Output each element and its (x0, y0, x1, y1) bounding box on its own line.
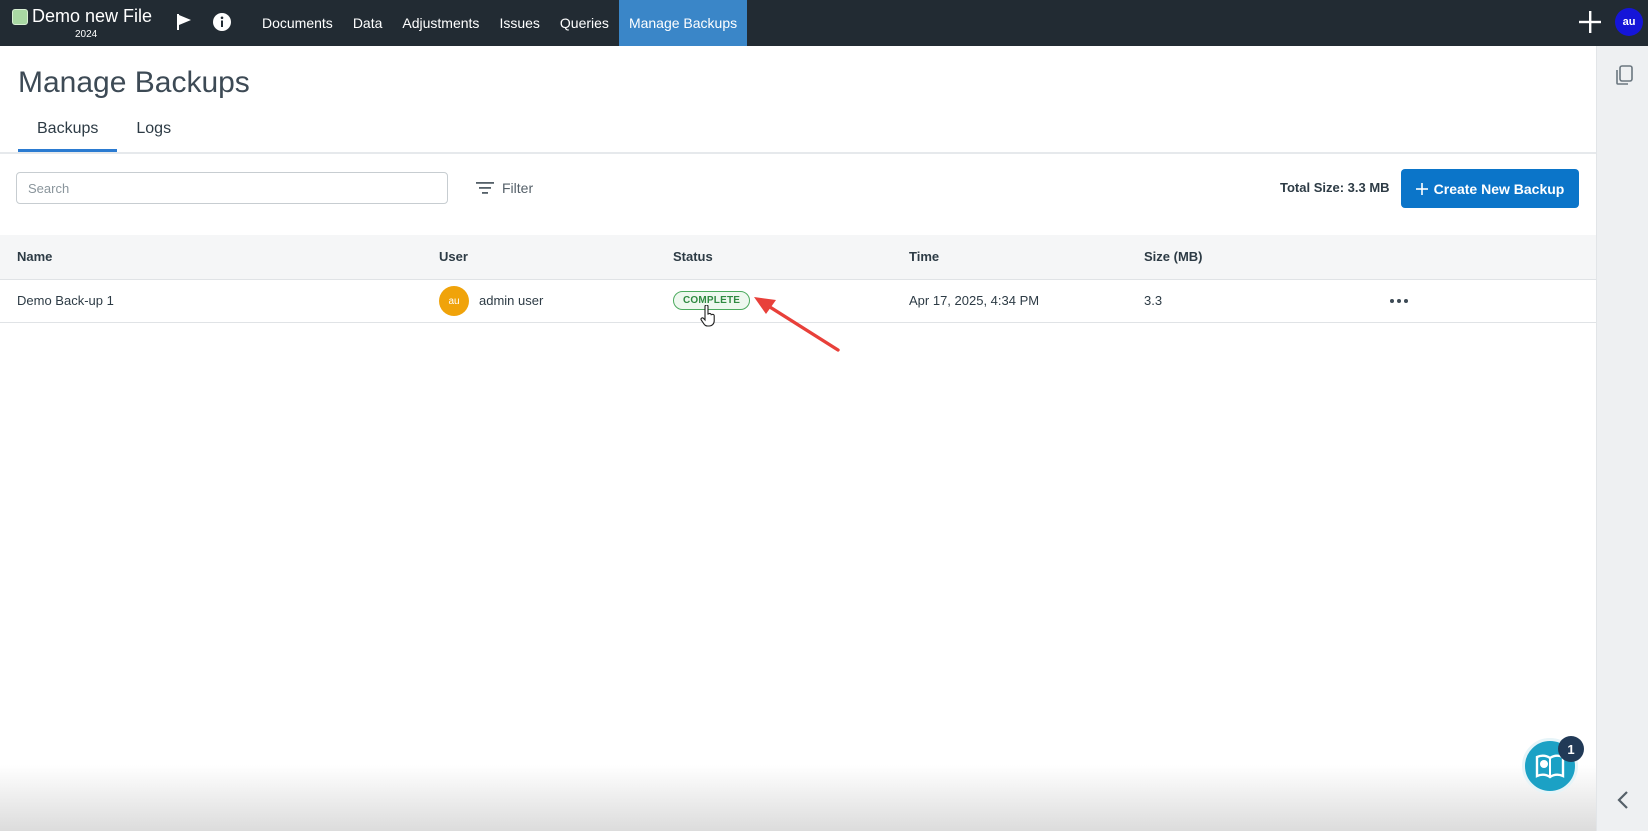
annotation-arrow-icon (752, 296, 844, 356)
info-icon[interactable] (210, 10, 234, 34)
create-new-backup-button[interactable]: Create New Backup (1401, 169, 1579, 208)
chevron-left-icon[interactable] (1615, 790, 1631, 810)
plus-icon (1415, 182, 1428, 195)
column-header-status[interactable]: Status (673, 249, 713, 264)
bottom-fade (0, 765, 1596, 831)
flag-icon[interactable] (172, 10, 196, 34)
file-switcher[interactable]: Demo new File 2024 (12, 6, 162, 42)
backup-size: 3.3 (1144, 293, 1163, 308)
nav-data[interactable]: Data (343, 0, 393, 46)
nav-documents[interactable]: Documents (252, 0, 343, 46)
filter-button[interactable]: Filter (476, 176, 533, 200)
create-new-backup-label: Create New Backup (1433, 180, 1565, 197)
backup-name: Demo Back-up 1 (17, 293, 114, 308)
page-title: Manage Backups (18, 66, 250, 99)
file-name: Demo new File (32, 6, 153, 26)
backup-user: admin user (479, 293, 544, 308)
column-header-name[interactable]: Name (17, 249, 52, 264)
filter-icon (476, 182, 494, 194)
top-navigation-bar: Demo new File 2024 Documents Data Adjust… (0, 0, 1648, 46)
total-size: Total Size: 3.3 MB (1280, 180, 1390, 195)
notification-badge: 1 (1558, 736, 1584, 762)
search-input[interactable] (16, 172, 448, 204)
column-header-time[interactable]: Time (909, 249, 939, 264)
hand-cursor-icon (700, 304, 716, 327)
nav-issues[interactable]: Issues (489, 0, 549, 46)
avatar: au (439, 286, 469, 316)
nav-adjustments[interactable]: Adjustments (392, 0, 489, 46)
column-header-user[interactable]: User (439, 249, 468, 264)
tabs-divider (0, 152, 1596, 154)
add-icon[interactable] (1577, 9, 1603, 35)
tab-logs[interactable]: Logs (117, 112, 190, 152)
filter-label: Filter (502, 180, 534, 196)
user-avatar-menu[interactable]: au (1615, 8, 1643, 36)
more-actions-icon[interactable] (1388, 292, 1410, 310)
right-side-panel (1596, 46, 1648, 831)
backup-time: Apr 17, 2025, 4:34 PM (909, 293, 1040, 308)
file-color-indicator (12, 9, 28, 25)
column-header-size[interactable]: Size (MB) (1144, 249, 1203, 264)
tab-bar: Backups Logs (18, 112, 190, 152)
main-nav: Documents Data Adjustments Issues Querie… (252, 0, 748, 46)
tab-backups[interactable]: Backups (18, 112, 118, 152)
table-header: Name User Status Time Size (MB) (0, 235, 1596, 280)
nav-queries[interactable]: Queries (550, 0, 619, 46)
nav-manage-backups[interactable]: Manage Backups (618, 0, 748, 46)
copy-icon[interactable] (1614, 64, 1634, 86)
file-year: 2024 (75, 29, 98, 40)
